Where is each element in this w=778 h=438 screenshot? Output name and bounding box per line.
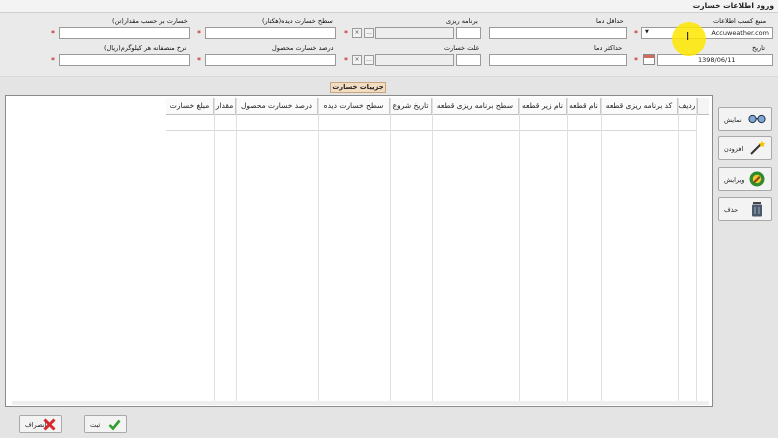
source-value: Accuweather.com — [711, 29, 769, 37]
submit-button-label: ثبت — [90, 421, 101, 429]
source-select[interactable]: ▼ Accuweather.com — [641, 27, 773, 39]
table-row[interactable] — [166, 115, 696, 131]
required-mark: * — [51, 56, 55, 65]
column-header-damaged-area[interactable]: سطح خسارت دیده — [318, 98, 390, 115]
add-button[interactable]: افزودن — [718, 136, 772, 160]
title-bar: ورود اطلاعات خسارت — [0, 0, 778, 13]
column-header-plot-plan-area[interactable]: سطح برنامه ریزی قطعه — [432, 98, 519, 115]
damage-cause-name-field — [375, 54, 454, 66]
column-divider — [519, 98, 520, 404]
required-mark: * — [197, 56, 201, 65]
column-divider — [390, 98, 391, 404]
damage-level-ha-input[interactable] — [205, 27, 336, 39]
damage-level-ha-label: سطح خسارت دیده(هکتار) — [262, 17, 333, 25]
window-title: ورود اطلاعات خسارت — [692, 1, 774, 10]
required-mark: * — [344, 56, 348, 65]
plan-input[interactable] — [456, 27, 481, 39]
plan-name-field — [375, 27, 454, 39]
required-mark: * — [51, 29, 55, 38]
submit-button[interactable]: ثبت — [84, 415, 127, 433]
column-divider — [567, 98, 568, 404]
details-section-title: جزییات خسارت — [330, 82, 386, 93]
plan-label: برنامه ریزی — [446, 17, 478, 25]
horizontal-scrollbar[interactable] — [12, 401, 709, 405]
column-header-start-date[interactable]: تاریخ شروع — [390, 98, 432, 115]
edit-button-label: ویرایش — [724, 176, 745, 184]
date-value: 1398/06/11 — [698, 56, 736, 64]
product-damage-pct-input[interactable] — [205, 54, 336, 66]
column-header-damage-amount[interactable]: مبلغ خسارت — [166, 98, 214, 115]
column-divider — [601, 98, 602, 404]
date-label: تاریخ — [752, 44, 765, 52]
source-label: منبع کسب اطلاعات — [713, 17, 767, 25]
plan-lookup-button[interactable]: ... — [364, 28, 374, 38]
dropdown-arrow-icon[interactable]: ▼ — [645, 29, 649, 35]
show-button-label: نمایش — [724, 116, 742, 124]
cancel-button[interactable]: انصراف — [19, 415, 62, 433]
damage-amount-ton-label: خسارت بر حسب مقدار(تن) — [112, 17, 188, 25]
required-mark: * — [344, 29, 348, 38]
add-button-label: افزودن — [724, 145, 744, 153]
column-header-plan-code[interactable]: کد برنامه ریزی قطعه — [601, 98, 678, 115]
row-selector-header[interactable] — [697, 98, 709, 115]
glasses-icon — [748, 114, 766, 124]
green-check-icon — [108, 419, 121, 431]
date-input[interactable]: 1398/06/11 — [657, 54, 773, 66]
cancel-button-label: انصراف — [25, 421, 47, 429]
max-temp-input[interactable] — [489, 54, 627, 66]
column-header-plot-name[interactable]: نام قطعه — [567, 98, 601, 115]
delete-button[interactable]: حذف — [718, 197, 772, 221]
damage-cause-label: علت خسارت — [444, 44, 480, 52]
damage-cause-lookup-button[interactable]: ... — [364, 55, 374, 65]
edit-button[interactable]: ویرایش — [718, 167, 772, 191]
column-divider — [432, 98, 433, 404]
required-mark: * — [634, 29, 638, 38]
required-mark: * — [634, 56, 638, 65]
trash-icon — [752, 202, 762, 217]
column-divider — [236, 98, 237, 404]
show-button[interactable]: نمایش — [718, 107, 772, 131]
column-divider — [318, 98, 319, 404]
column-divider — [214, 98, 215, 404]
min-temp-input[interactable] — [489, 27, 627, 39]
damage-cause-input[interactable] — [456, 54, 481, 66]
column-header-product-damage-pct[interactable]: درصد خسارت محصول — [236, 98, 318, 115]
delete-button-label: حذف — [724, 206, 739, 214]
max-temp-label: حداکثر دما — [594, 44, 623, 52]
damage-form: منبع کسب اطلاعات ▼ Accuweather.com * حدا… — [0, 13, 778, 77]
damage-details-grid[interactable]: ردیف کد برنامه ریزی قطعه نام قطعه نام زی… — [5, 95, 713, 407]
column-divider — [678, 98, 679, 404]
required-mark: * — [197, 29, 201, 38]
column-header-quantity[interactable]: مقدار — [214, 98, 236, 115]
min-temp-label: حداقل دما — [596, 17, 624, 25]
magic-wand-icon — [750, 140, 766, 155]
column-header-row-number[interactable]: ردیف — [678, 98, 697, 115]
calendar-icon[interactable] — [643, 54, 655, 65]
product-damage-pct-label: درصد خسارت محصول — [272, 44, 334, 52]
damage-amount-ton-input[interactable] — [59, 27, 190, 39]
avg-price-label: نرخ منصفانه هر کیلوگرم(ریال) — [104, 44, 187, 52]
avg-price-input[interactable] — [59, 54, 190, 66]
plan-clear-button[interactable]: × — [352, 28, 362, 38]
damage-cause-clear-button[interactable]: × — [352, 55, 362, 65]
column-header-subplot-name[interactable]: نام زیر قطعه — [519, 98, 567, 115]
edit-badge-icon — [749, 171, 765, 187]
text-cursor-icon: I — [686, 30, 690, 43]
column-divider — [696, 98, 697, 404]
